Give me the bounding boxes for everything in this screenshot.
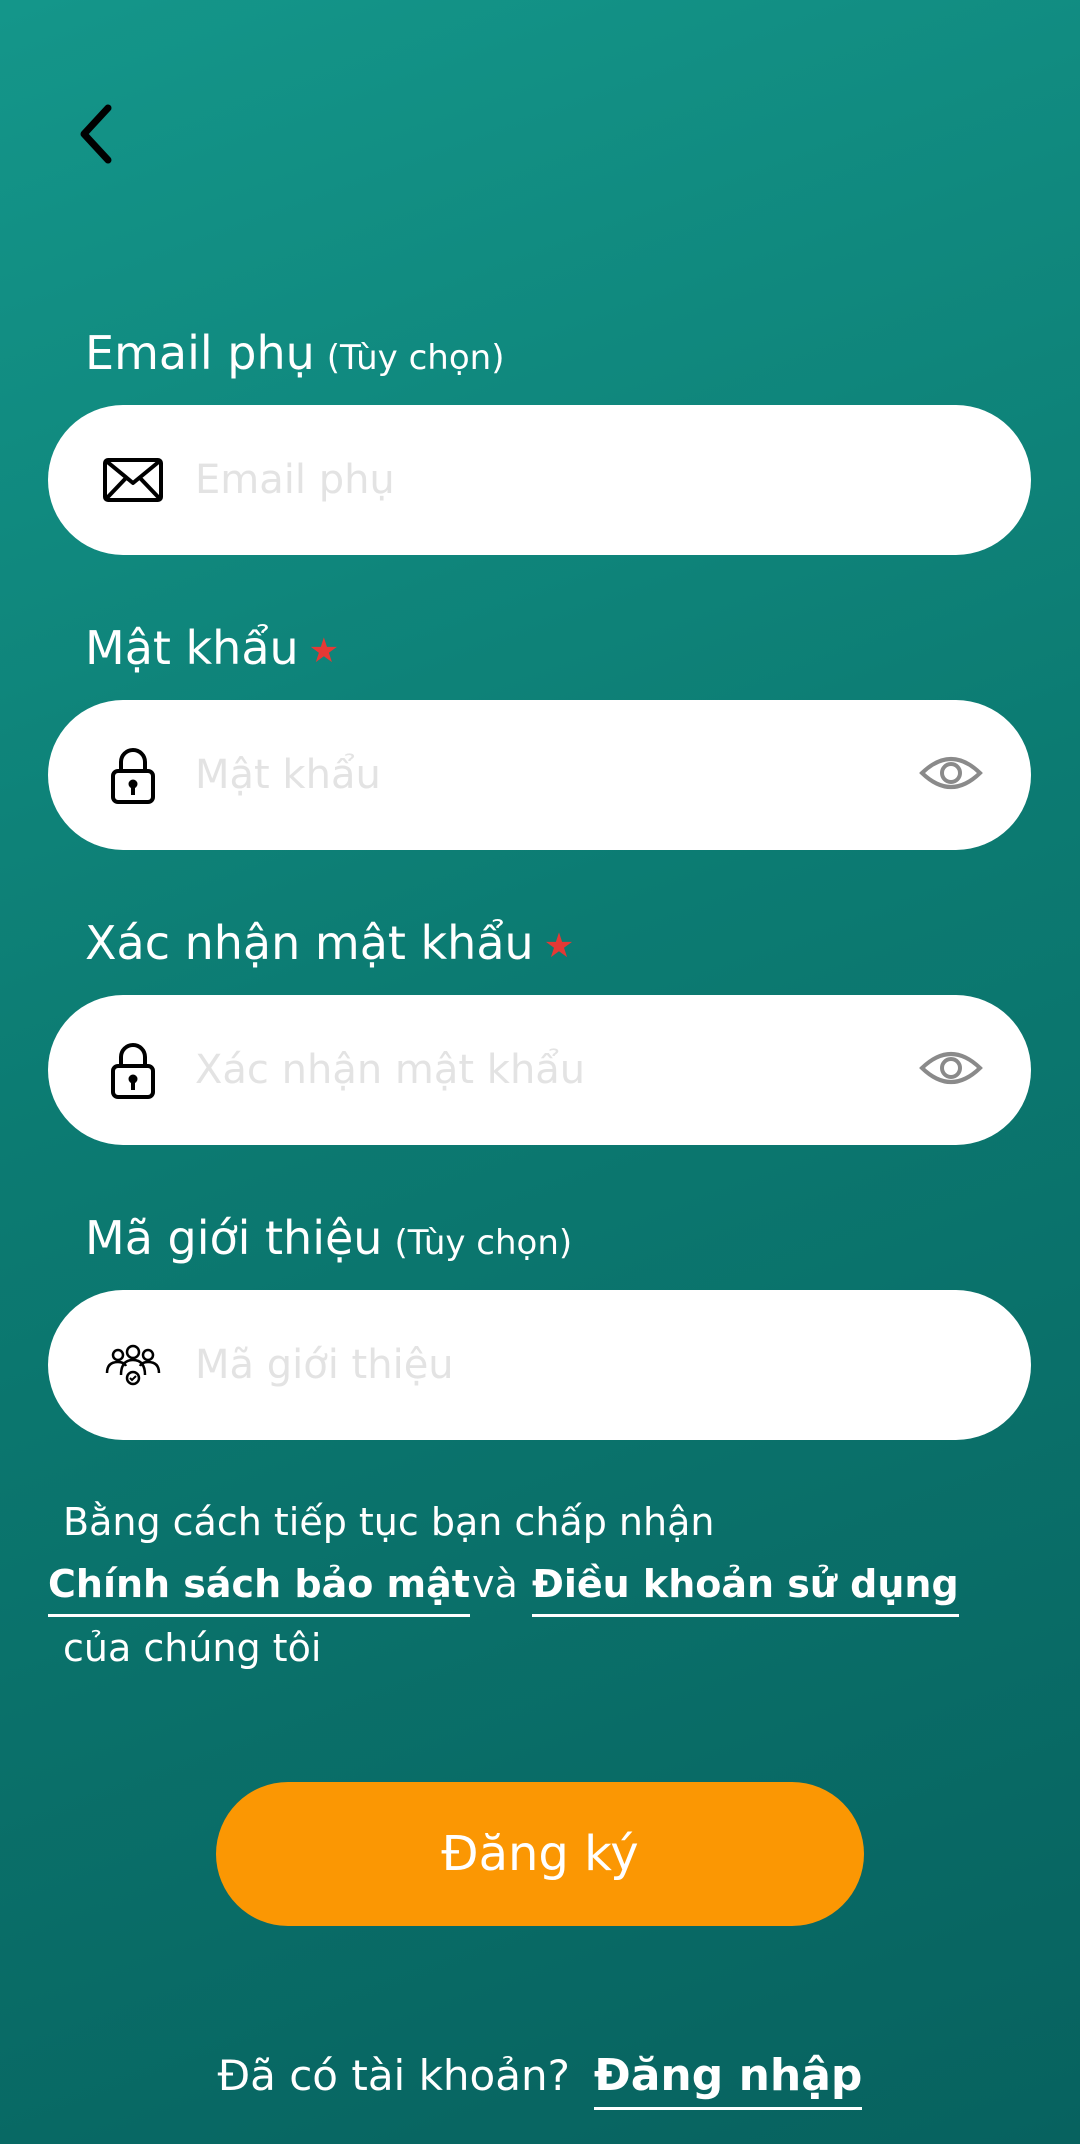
eye-icon	[919, 1048, 983, 1092]
secondary-email-field[interactable]	[48, 405, 1031, 555]
lock-icon	[93, 735, 173, 815]
secondary-email-input[interactable]	[193, 444, 1031, 516]
confirm-password-label: Xác nhận mật khẩu ★	[85, 915, 574, 974]
required-star: ★	[543, 926, 575, 966]
password-label-text: Mật khẩu	[85, 621, 299, 675]
login-prompt-text: Đã có tài khoản?	[217, 2051, 570, 2100]
chevron-left-icon	[72, 102, 120, 170]
password-field[interactable]	[48, 700, 1031, 850]
login-prompt: Đã có tài khoản? Đăng nhập	[0, 2050, 1080, 2110]
eye-icon	[919, 753, 983, 797]
consent-outro: của chúng tôi	[63, 1626, 322, 1670]
optional-tag: (Tùy chọn)	[394, 1223, 573, 1263]
envelope-icon	[93, 440, 173, 520]
password-visibility-toggle[interactable]	[911, 745, 991, 805]
referral-code-label-text: Mã giới thiệu	[85, 1211, 383, 1265]
privacy-policy-link[interactable]: Chính sách bảo mật	[48, 1562, 470, 1617]
register-button[interactable]: Đăng ký	[216, 1782, 864, 1926]
confirm-password-label-text: Xác nhận mật khẩu	[85, 916, 534, 970]
password-label: Mật khẩu ★	[85, 620, 339, 679]
confirm-password-field[interactable]	[48, 995, 1031, 1145]
lock-icon	[93, 1030, 173, 1110]
confirm-password-input[interactable]	[193, 1034, 911, 1106]
required-star: ★	[308, 631, 340, 671]
referral-code-field[interactable]	[48, 1290, 1031, 1440]
referral-code-input[interactable]	[193, 1329, 1031, 1401]
secondary-email-label: Email phụ (Tùy chọn)	[85, 325, 504, 386]
login-link[interactable]: Đăng nhập	[593, 2050, 863, 2110]
people-group-icon	[93, 1325, 173, 1405]
secondary-email-label-text: Email phụ	[85, 326, 315, 380]
consent-intro: Bằng cách tiếp tục bạn chấp nhận	[63, 1500, 715, 1544]
back-button[interactable]	[72, 96, 144, 176]
confirm-password-visibility-toggle[interactable]	[911, 1040, 991, 1100]
terms-of-use-link[interactable]: Điều khoản sử dụng	[532, 1562, 959, 1617]
optional-tag: (Tùy chọn)	[326, 338, 505, 378]
consent-conjunction: và	[472, 1562, 518, 1606]
referral-code-label: Mã giới thiệu (Tùy chọn)	[85, 1210, 572, 1271]
password-input[interactable]	[193, 739, 911, 811]
